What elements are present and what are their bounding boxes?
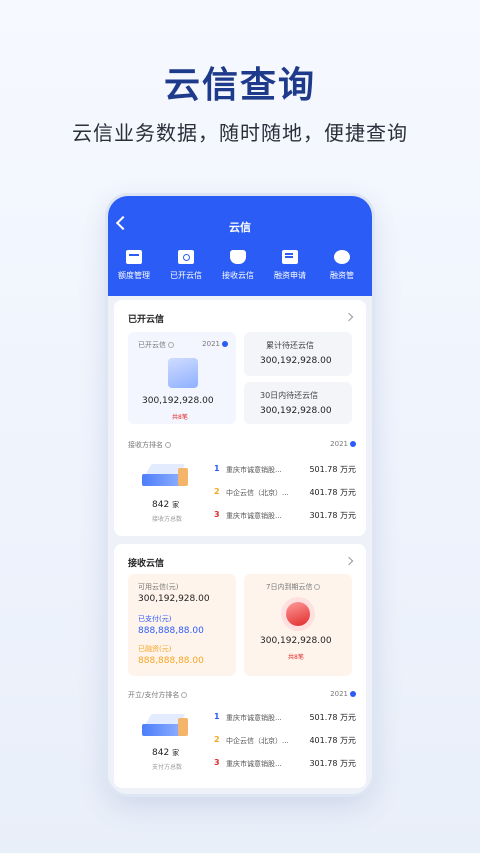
info-icon: [181, 692, 188, 698]
rank-row[interactable]: 2 中企云信（北京）... 401.78 万元: [214, 487, 360, 501]
received-title: 接收云信: [128, 559, 165, 569]
opened-amount: 300,192,928.00: [142, 396, 214, 406]
dropdown-dot-icon: [350, 691, 356, 697]
dropdown-dot-icon: [222, 341, 228, 347]
nav-item-finance-apply[interactable]: 融资申请: [264, 250, 316, 281]
info-icon: [165, 442, 171, 448]
info-icon: [168, 342, 174, 348]
pie-icon: [334, 250, 350, 264]
opened-card: 已开云信 已开云信 2021 300,192,928.00 共8笔 累计待还云信…: [114, 300, 366, 536]
hero-subtitle: 云信业务数据，随时随地，便捷查询: [72, 121, 408, 145]
due-30days-box[interactable]: 30日内待还云信 300,192,928.00: [244, 382, 352, 424]
nav-item-finance-manage[interactable]: 融资管: [316, 250, 368, 281]
rank-row[interactable]: 3 重庆市诚意销股... 301.78 万元: [214, 758, 360, 772]
wallet-icon: [126, 250, 142, 264]
form-icon: [282, 250, 298, 264]
cube-illustration-icon: [142, 714, 190, 738]
phone-frame: 云信 额度管理 已开云信 接收云信 融资申请 融资管 已开云信 已开云信 202…: [108, 196, 372, 794]
clock-icon: [286, 602, 310, 626]
opened-title: 已开云信: [128, 315, 165, 325]
hero-title: 云信查询: [163, 65, 316, 106]
opened-box[interactable]: 已开云信 2021 300,192,928.00 共8笔: [128, 332, 236, 424]
document-icon: [178, 250, 194, 264]
total-due-box[interactable]: 累计待还云信 300,192,928.00: [244, 332, 352, 376]
receive-icon: [230, 250, 246, 264]
rank-row[interactable]: 1 重庆市诚意销股... 501.78 万元: [214, 712, 360, 726]
chevron-right-icon[interactable]: [344, 312, 354, 322]
rank-row[interactable]: 2 中企云信（北京）... 401.78 万元: [214, 735, 360, 749]
header-title: 云信: [229, 221, 251, 234]
info-icon: [314, 584, 321, 590]
chevron-right-icon[interactable]: [344, 556, 354, 566]
quick-nav: 额度管理 已开云信 接收云信 融资申请 融资管: [108, 250, 372, 281]
rank-row[interactable]: 1 重庆市诚意销股... 501.78 万元: [214, 464, 360, 478]
document-illustration-icon: [168, 358, 198, 388]
expiring-box[interactable]: 7日内到期云信 300,192,928.00 共8笔: [244, 574, 352, 676]
available-box[interactable]: 可用云信(元) 300,192,928.00 已支付(元) 888,888,88…: [128, 574, 236, 676]
nav-item-quota[interactable]: 额度管理: [108, 250, 160, 281]
nav-item-opened[interactable]: 已开云信: [160, 250, 212, 281]
payer-rank-title: 开立/支付方排名: [128, 690, 188, 700]
rank-row[interactable]: 3 重庆市诚意销股... 301.78 万元: [214, 510, 360, 524]
opened-count: 共8笔: [172, 414, 188, 421]
cube-illustration-icon: [142, 464, 190, 488]
received-card: 接收云信 可用云信(元) 300,192,928.00 已支付(元) 888,8…: [114, 544, 366, 788]
dropdown-dot-icon: [350, 441, 356, 447]
nav-item-received[interactable]: 接收云信: [212, 250, 264, 281]
app-header: 云信 额度管理 已开云信 接收云信 融资申请 融资管: [108, 196, 372, 296]
receiver-rank-title: 接收方排名: [128, 440, 171, 450]
